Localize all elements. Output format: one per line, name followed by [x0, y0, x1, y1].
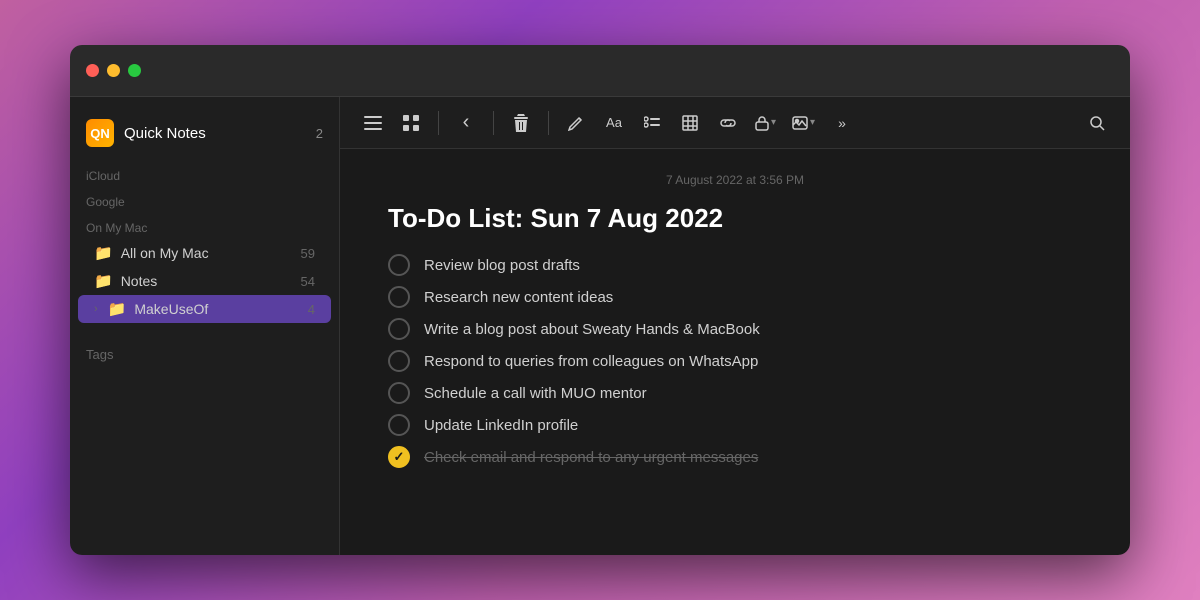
quick-notes-count: 2: [316, 126, 323, 141]
sidebar-section-icloud: iCloud: [70, 161, 339, 187]
todo-item[interactable]: Research new content ideas: [388, 286, 1082, 308]
todo-text: Research new content ideas: [424, 289, 613, 306]
todo-item[interactable]: Update LinkedIn profile: [388, 414, 1082, 436]
traffic-lights: [86, 64, 141, 77]
sidebar-item-notes-label: Notes: [121, 273, 293, 289]
todo-list: Review blog post drafts Research new cont…: [388, 254, 1082, 468]
sidebar-item-quick-notes[interactable]: QN Quick Notes 2: [70, 113, 339, 161]
link-button[interactable]: [711, 106, 745, 140]
sidebar-item-makeuseof-label: MakeUseOf: [134, 301, 299, 317]
todo-text: Write a blog post about Sweaty Hands & M…: [424, 321, 760, 338]
maximize-button[interactable]: [128, 64, 141, 77]
media-chevron: ▾: [810, 117, 815, 128]
quick-notes-label: Quick Notes: [124, 125, 306, 142]
lock-chevron: ▾: [771, 117, 776, 128]
note-timestamp: 7 August 2022 at 3:56 PM: [388, 173, 1082, 187]
sidebar: QN Quick Notes 2 iCloud Google On My Mac…: [70, 97, 340, 555]
todo-text: Schedule a call with MUO mentor: [424, 385, 647, 402]
todo-text: Check email and respond to any urgent me…: [424, 449, 758, 466]
compose-button[interactable]: [559, 106, 593, 140]
grid-view-button[interactable]: [394, 106, 428, 140]
todo-item[interactable]: Write a blog post about Sweaty Hands & M…: [388, 318, 1082, 340]
more-button[interactable]: »: [825, 106, 859, 140]
todo-checkbox[interactable]: [388, 318, 410, 340]
close-button[interactable]: [86, 64, 99, 77]
todo-checkbox[interactable]: [388, 382, 410, 404]
back-button[interactable]: ‹: [449, 106, 483, 140]
delete-button[interactable]: [504, 106, 538, 140]
checklist-button[interactable]: [635, 106, 669, 140]
sidebar-item-makeuseOf[interactable]: › 📁 MakeUseOf 4: [78, 295, 331, 323]
todo-text: Update LinkedIn profile: [424, 417, 578, 434]
folder-icon: 📁: [94, 244, 113, 262]
todo-item[interactable]: Respond to queries from colleagues on Wh…: [388, 350, 1082, 372]
chevron-right-icon: ›: [94, 303, 98, 315]
todo-checkbox[interactable]: [388, 286, 410, 308]
font-button[interactable]: Aa: [597, 106, 631, 140]
todo-item[interactable]: Check email and respond to any urgent me…: [388, 446, 1082, 468]
window-body: QN Quick Notes 2 iCloud Google On My Mac…: [70, 97, 1130, 555]
sidebar-section-on-my-mac: On My Mac: [70, 213, 339, 239]
media-button[interactable]: ▾: [786, 106, 821, 140]
lock-button[interactable]: ▾: [749, 106, 782, 140]
sidebar-item-all-on-my-mac[interactable]: 📁 All on My Mac 59: [78, 239, 331, 267]
sidebar-item-all-count: 59: [301, 246, 315, 261]
quick-notes-icon: QN: [86, 119, 114, 147]
sidebar-item-notes-count: 54: [301, 274, 315, 289]
toolbar-divider-3: [548, 111, 549, 135]
list-view-button[interactable]: [356, 106, 390, 140]
sidebar-item-makeuseof-count: 4: [308, 302, 315, 317]
todo-text: Review blog post drafts: [424, 257, 580, 274]
sidebar-item-notes[interactable]: 📁 Notes 54: [78, 267, 331, 295]
search-button[interactable]: [1080, 106, 1114, 140]
todo-text: Respond to queries from colleagues on Wh…: [424, 353, 758, 370]
todo-checkbox[interactable]: [388, 254, 410, 276]
minimize-button[interactable]: [107, 64, 120, 77]
todo-checkbox[interactable]: [388, 446, 410, 468]
sidebar-section-google: Google: [70, 187, 339, 213]
sidebar-item-all-label: All on My Mac: [121, 245, 293, 261]
table-button[interactable]: [673, 106, 707, 140]
sidebar-tags-header: Tags: [70, 335, 339, 366]
todo-checkbox[interactable]: [388, 350, 410, 372]
folder-icon-makeuseof: 📁: [108, 300, 127, 318]
todo-checkbox[interactable]: [388, 414, 410, 436]
note-title[interactable]: To-Do List: Sun 7 Aug 2022: [388, 203, 1082, 234]
right-panel: ‹ Aa: [340, 97, 1130, 555]
todo-item[interactable]: Review blog post drafts: [388, 254, 1082, 276]
note-content: 7 August 2022 at 3:56 PM To-Do List: Sun…: [340, 149, 1130, 555]
todo-item[interactable]: Schedule a call with MUO mentor: [388, 382, 1082, 404]
folder-icon-notes: 📁: [94, 272, 113, 290]
toolbar-divider-2: [493, 111, 494, 135]
notes-window: QN Quick Notes 2 iCloud Google On My Mac…: [70, 45, 1130, 555]
title-bar: [70, 45, 1130, 97]
main-toolbar: ‹ Aa: [340, 97, 1130, 149]
toolbar-divider-1: [438, 111, 439, 135]
